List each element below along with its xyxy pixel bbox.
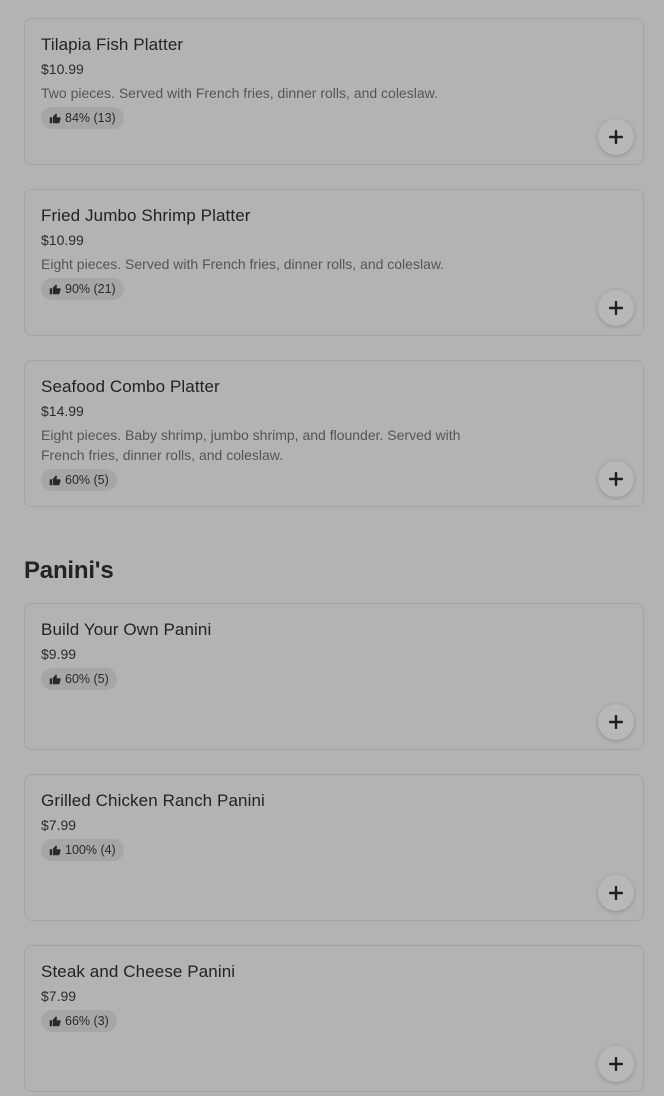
rating-text: 66% (3) [65,1014,109,1028]
thumbs-up-icon [49,674,61,685]
rating-text: 60% (5) [65,672,109,686]
add-item-button[interactable] [598,119,634,155]
thumbs-up-icon [49,475,61,486]
plus-icon [609,886,623,900]
menu-item-price: $10.99 [41,61,84,77]
thumbs-up-icon [49,845,61,856]
plus-icon [609,301,623,315]
plus-icon [609,715,623,729]
menu-item-description: Eight pieces. Served with French fries, … [41,256,445,272]
menu-item-card[interactable]: Fried Jumbo Shrimp Platter $10.99 Eight … [24,189,644,336]
plus-icon [609,472,623,486]
menu-item-price: $9.99 [41,646,77,662]
menu-item-price: $14.99 [41,403,84,419]
menu-item-description: Eight pieces. Baby shrimp, jumbo shrimp,… [41,427,461,463]
menu-item-price: $7.99 [41,988,77,1004]
menu-item-name: Tilapia Fish Platter [41,35,184,54]
menu-item-name: Steak and Cheese Panini [41,962,236,981]
rating-badge: 66% (3) [41,1010,117,1032]
add-item-button[interactable] [598,875,634,911]
rating-badge: 60% (5) [41,469,117,491]
menu-item-description: Two pieces. Served with French fries, di… [41,85,438,101]
section-heading: Panini's [24,557,114,584]
menu-item-name: Seafood Combo Platter [41,377,220,396]
add-item-button[interactable] [598,1046,634,1082]
menu-page: Tilapia Fish Platter $10.99 Two pieces. … [0,0,664,1096]
menu-item-name: Fried Jumbo Shrimp Platter [41,206,251,225]
menu-item-card[interactable]: Steak and Cheese Panini $7.99 66% (3) [24,945,644,1092]
menu-item-name: Grilled Chicken Ranch Panini [41,791,265,810]
thumbs-up-icon [49,284,61,295]
rating-badge: 100% (4) [41,839,124,861]
menu-item-card[interactable]: Seafood Combo Platter $14.99 Eight piece… [24,360,644,507]
rating-badge: 60% (5) [41,668,117,690]
plus-icon [609,1057,623,1071]
add-item-button[interactable] [598,461,634,497]
menu-item-name: Build Your Own Panini [41,620,212,639]
rating-badge: 90% (21) [41,278,124,300]
menu-item-card[interactable]: Grilled Chicken Ranch Panini $7.99 100% … [24,774,644,921]
rating-text: 100% (4) [65,843,116,857]
thumbs-up-icon [49,1016,61,1027]
rating-text: 60% (5) [65,473,109,487]
add-item-button[interactable] [598,704,634,740]
menu-item-card[interactable]: Build Your Own Panini $9.99 60% (5) [24,603,644,750]
rating-text: 90% (21) [65,282,116,296]
thumbs-up-icon [49,113,61,124]
add-item-button[interactable] [598,290,634,326]
plus-icon [609,130,623,144]
rating-text: 84% (13) [65,111,116,125]
menu-item-price: $10.99 [41,232,84,248]
rating-badge: 84% (13) [41,107,124,129]
menu-item-card[interactable]: Tilapia Fish Platter $10.99 Two pieces. … [24,18,644,165]
menu-item-price: $7.99 [41,817,77,833]
